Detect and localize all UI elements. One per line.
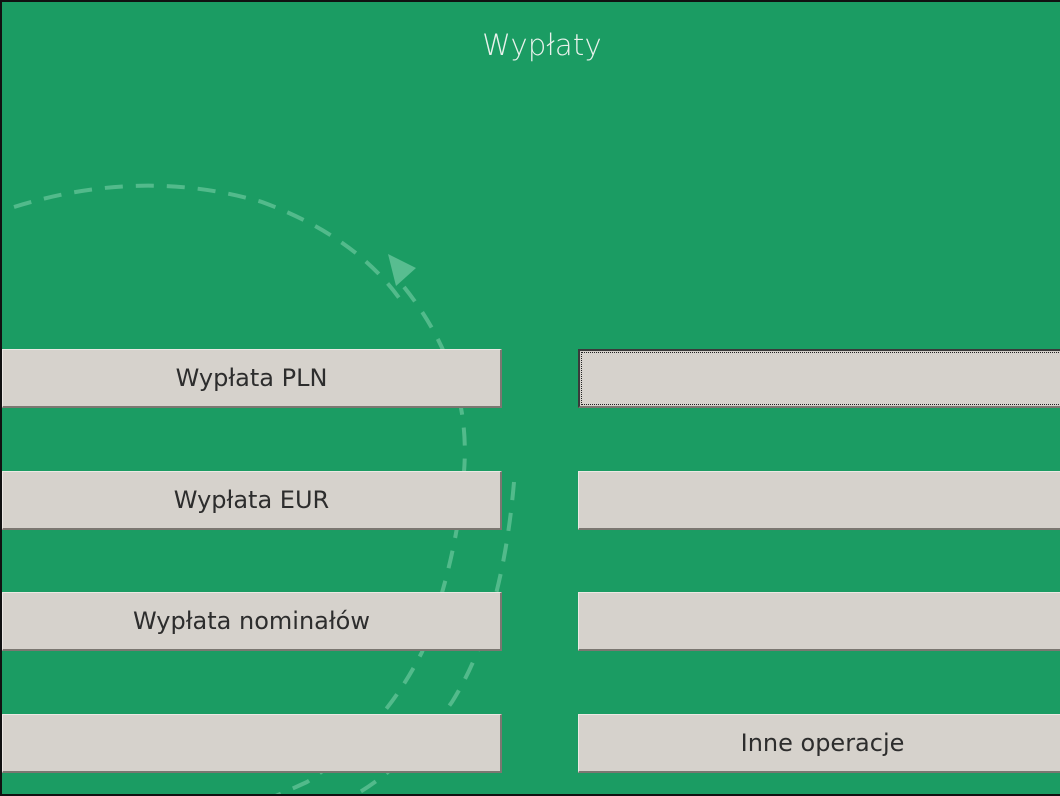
empty-right-button-3[interactable] <box>578 592 1060 651</box>
atm-withdrawal-screen: Wypłaty Wypłata PLN Wypłata EUR Wypłata … <box>0 0 1060 796</box>
withdraw-eur-button[interactable]: Wypłata EUR <box>2 471 502 530</box>
screen-title: Wypłaty <box>482 28 602 62</box>
withdraw-denominations-button[interactable]: Wypłata nominałów <box>2 592 502 651</box>
empty-right-button-2[interactable] <box>578 471 1060 530</box>
withdraw-pln-button[interactable]: Wypłata PLN <box>2 349 502 408</box>
empty-right-button-1[interactable] <box>578 349 1060 408</box>
empty-left-button-4[interactable] <box>2 714 502 773</box>
other-operations-button[interactable]: Inne operacje <box>578 714 1060 773</box>
